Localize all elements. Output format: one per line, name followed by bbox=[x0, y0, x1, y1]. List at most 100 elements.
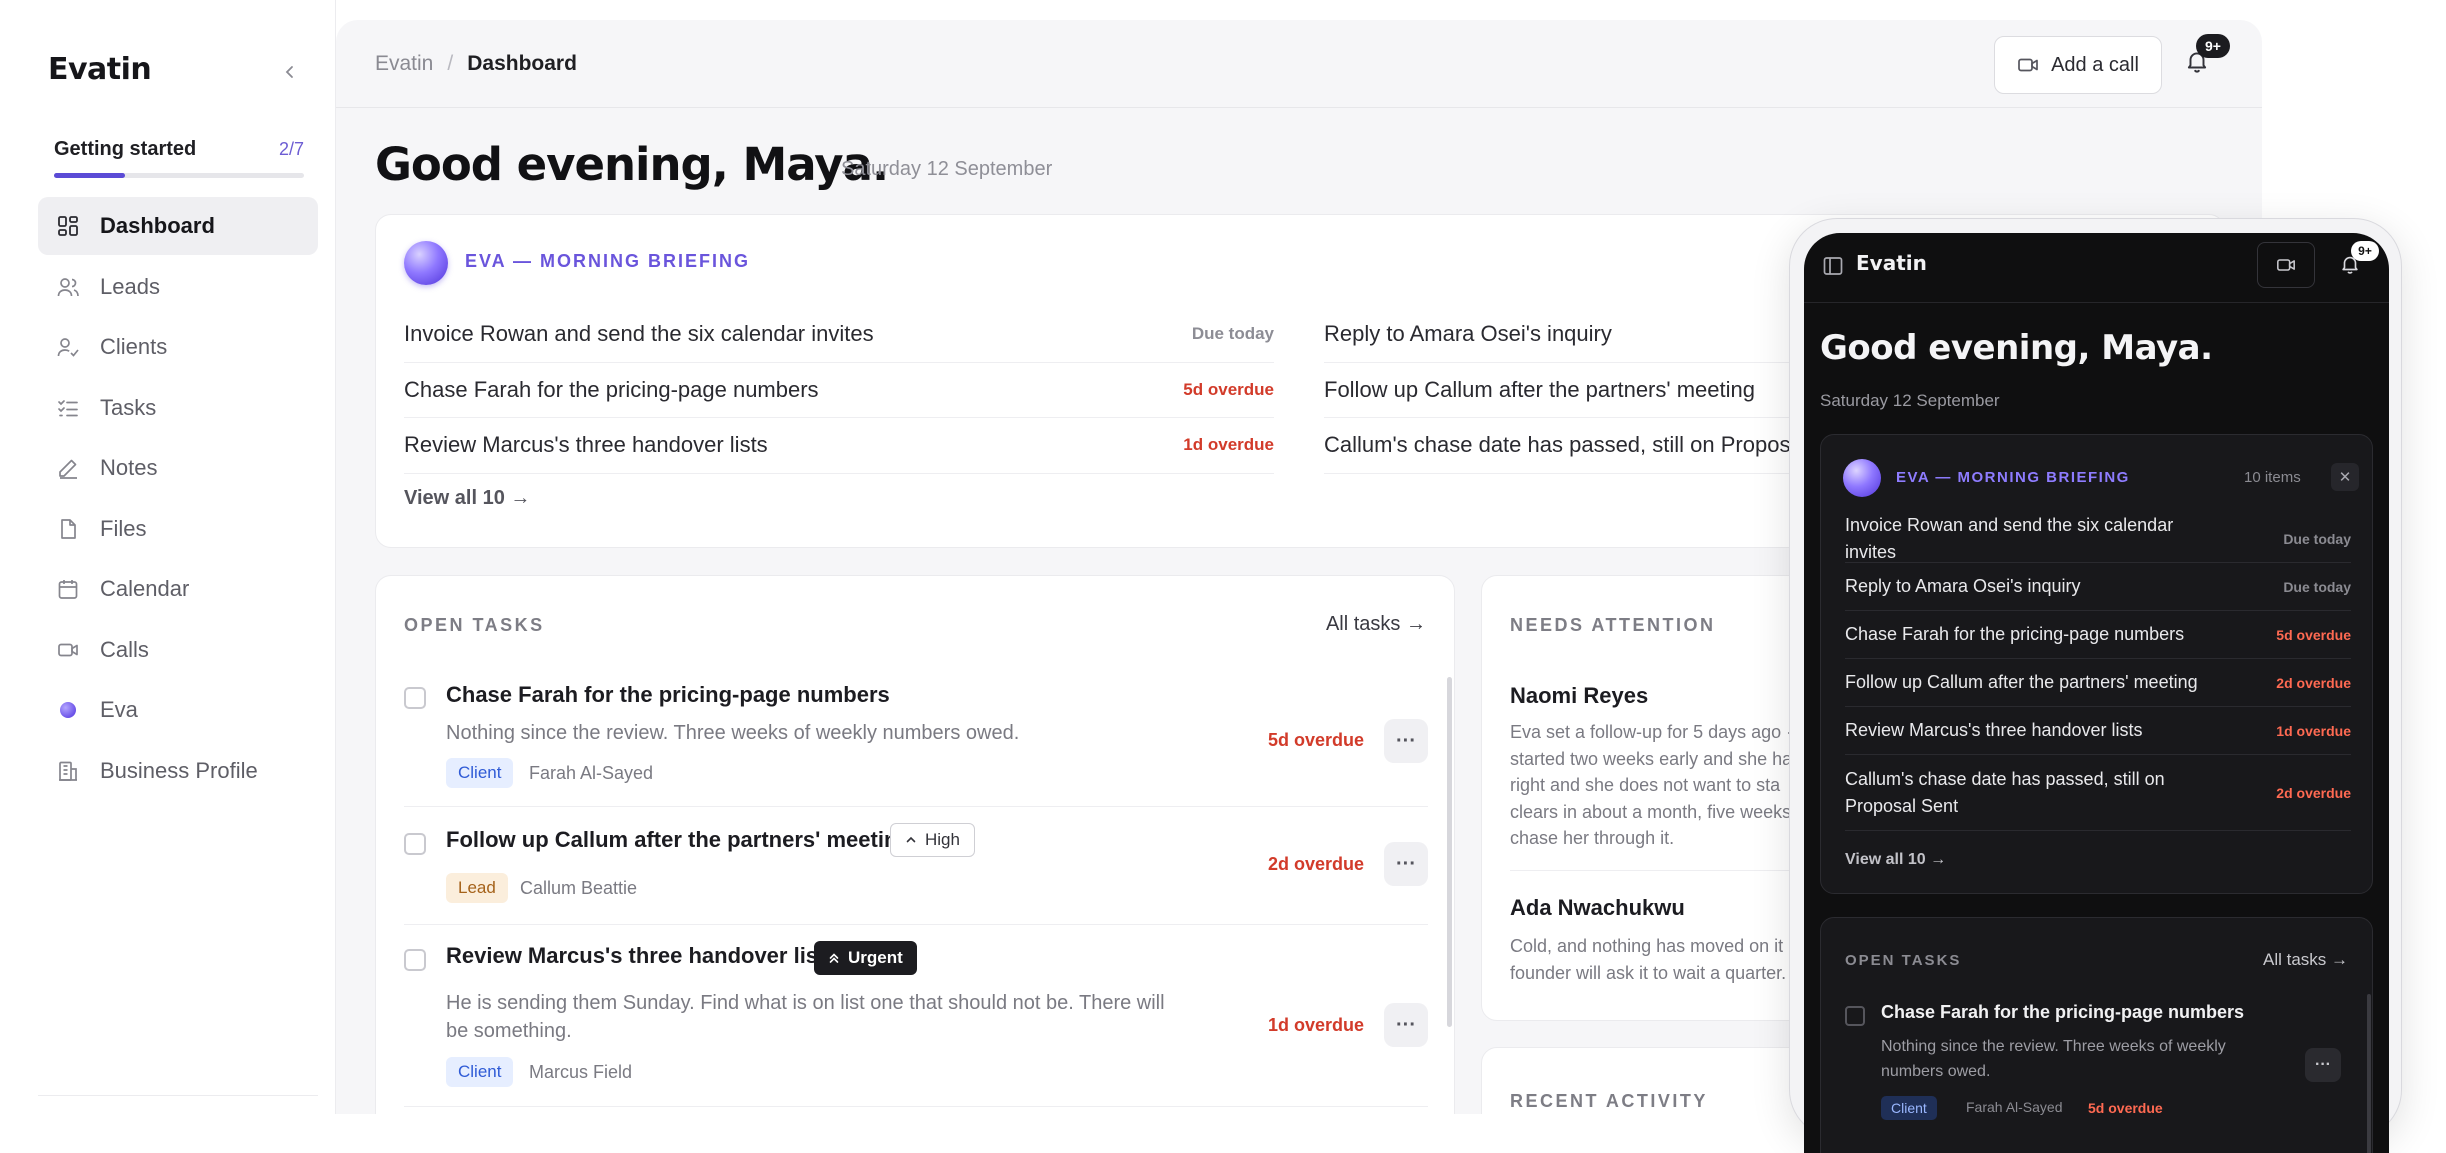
getting-started-count: 2/7 bbox=[278, 139, 304, 159]
priority-label: High bbox=[925, 830, 960, 849]
close-icon[interactable]: ✕ bbox=[2331, 463, 2359, 491]
file-icon bbox=[56, 517, 80, 541]
sidebar-item-label: Leads bbox=[100, 273, 160, 299]
page-date: Saturday 12 September bbox=[841, 158, 1053, 180]
briefing-view-all-link[interactable]: View all 10 → bbox=[404, 487, 530, 510]
mobile-task-title[interactable]: Chase Farah for the pricing-page numbers bbox=[1881, 1002, 2244, 1023]
mobile-briefing-item[interactable]: Invoice Rowan and send the six calendar … bbox=[1845, 515, 2351, 563]
eva-orb-icon bbox=[1843, 459, 1881, 497]
sidebar-item-dashboard[interactable]: Dashboard bbox=[38, 197, 318, 255]
task-row[interactable]: Chase Farah for the pricing-page numbers… bbox=[404, 671, 1428, 807]
collapse-sidebar-button[interactable] bbox=[278, 60, 302, 84]
sidebar-item-leads[interactable]: Leads bbox=[38, 258, 318, 316]
top-bar: Evatin / Dashboard Add a call 9+ bbox=[336, 20, 2262, 108]
mobile-briefing-item[interactable]: Reply to Amara Osei's inquiry Due today bbox=[1845, 563, 2351, 611]
attention-divider bbox=[1510, 870, 1830, 871]
eva-orb-icon bbox=[56, 698, 80, 722]
breadcrumb: Evatin / Dashboard bbox=[375, 52, 577, 76]
task-more-button[interactable]: ··· bbox=[1384, 1003, 1428, 1047]
open-tasks-card: OPEN TASKS All tasks → Chase Farah for t… bbox=[375, 575, 1455, 1114]
mobile-briefing-status: 2d overdue bbox=[2276, 784, 2351, 801]
sidebar-item-calls[interactable]: Calls bbox=[38, 621, 318, 679]
mobile-briefing-text: Chase Farah for the pricing-page numbers bbox=[1845, 624, 2185, 644]
sidebar-item-business-profile[interactable]: Business Profile bbox=[38, 742, 318, 800]
briefing-item[interactable]: Invoice Rowan and send the six calendar … bbox=[404, 307, 1274, 363]
breadcrumb-separator: / bbox=[447, 52, 454, 75]
briefing-item-text: Follow up Callum after the partners' mee… bbox=[1324, 376, 1755, 402]
attention-person-text: Eva set a follow-up for 5 days ago · sta… bbox=[1510, 722, 1820, 848]
mobile-task-more-button[interactable]: ··· bbox=[2305, 1048, 2341, 1082]
add-call-button[interactable]: Add a call bbox=[1994, 36, 2162, 94]
task-overdue: 1d overdue bbox=[1267, 1015, 1364, 1035]
task-row[interactable]: Follow up Callum after the partners' mee… bbox=[404, 807, 1428, 925]
mobile-briefing-status: 5d overdue bbox=[2276, 626, 2351, 643]
mobile-briefing-item[interactable]: Follow up Callum after the partners' mee… bbox=[1845, 659, 2351, 707]
task-title: Chase Farah for the pricing-page numbers bbox=[446, 682, 890, 707]
task-checkbox[interactable] bbox=[404, 833, 426, 855]
attention-person-name[interactable]: Ada Nwachukwu bbox=[1510, 895, 1685, 921]
briefing-item-text: Review Marcus's three handover lists bbox=[404, 432, 768, 458]
chevron-left-icon bbox=[285, 66, 293, 78]
mobile-add-call-button[interactable] bbox=[2257, 242, 2315, 288]
all-tasks-link[interactable]: All tasks → bbox=[1326, 613, 1426, 636]
briefing-item[interactable]: Chase Farah for the pricing-page numbers… bbox=[404, 363, 1274, 418]
mobile-tasks-scrollbar[interactable] bbox=[2367, 994, 2371, 1153]
task-overdue: 5d overdue bbox=[1267, 730, 1364, 750]
mobile-briefing-view-all-link[interactable]: View all 10 → bbox=[1845, 851, 1946, 869]
sidebar-item-clients[interactable]: Clients bbox=[38, 318, 318, 376]
breadcrumb-current: Dashboard bbox=[467, 52, 577, 75]
video-icon bbox=[2277, 259, 2295, 271]
mobile-task-description: Nothing since the review. Three weeks of… bbox=[1881, 1038, 2226, 1080]
breadcrumb-root[interactable]: Evatin bbox=[375, 52, 433, 76]
priority-label: Urgent bbox=[848, 948, 903, 967]
mobile-briefing-status: Due today bbox=[2283, 578, 2351, 595]
priority-badge-high: High bbox=[890, 823, 975, 857]
briefing-item-status: Due today bbox=[1191, 324, 1274, 344]
task-more-button[interactable]: ··· bbox=[1384, 719, 1428, 763]
eva-orb-icon bbox=[404, 241, 448, 285]
task-checkbox[interactable] bbox=[404, 949, 426, 971]
sidebar-item-files[interactable]: Files bbox=[38, 500, 318, 558]
sidebar-item-calendar[interactable]: Calendar bbox=[38, 560, 318, 618]
briefing-item-text: Callum's chase date has passed, still on… bbox=[1324, 432, 1859, 458]
tasks-scrollbar[interactable] bbox=[1447, 677, 1452, 1027]
task-title: Follow up Callum after the partners' mee… bbox=[446, 827, 911, 852]
mobile-briefing-item[interactable]: Callum's chase date has passed, still on… bbox=[1845, 755, 2351, 831]
task-overdue: 2d overdue bbox=[1267, 854, 1364, 874]
mobile-task-checkbox[interactable] bbox=[1845, 1006, 1865, 1026]
sidebar-item-tasks[interactable]: Tasks bbox=[38, 379, 318, 437]
sidebar-item-label: Clients bbox=[100, 334, 168, 359]
video-icon bbox=[56, 638, 80, 662]
getting-started-progress bbox=[54, 173, 304, 178]
users-icon bbox=[56, 275, 80, 299]
mobile-briefing-text: Callum's chase date has passed, still on… bbox=[1845, 768, 2165, 816]
mobile-page-date: Saturday 12 September bbox=[1820, 391, 2000, 410]
sidebar-item-notes[interactable]: Notes bbox=[38, 439, 318, 497]
task-title: Review Marcus's three handover lists bbox=[446, 943, 838, 968]
sidebar-item-label: Calendar bbox=[100, 576, 190, 601]
sidebar-toggle-icon[interactable] bbox=[1822, 255, 1844, 277]
task-row[interactable]: Review Marcus's three handover lists Urg… bbox=[404, 925, 1428, 1107]
mobile-all-tasks-link[interactable]: All tasks → bbox=[2263, 950, 2348, 970]
sidebar-item-eva[interactable]: Eva bbox=[38, 681, 318, 739]
sidebar-item-label: Notes bbox=[100, 455, 158, 480]
mobile-briefing-text: Reply to Amara Osei's inquiry bbox=[1845, 576, 2081, 596]
mobile-brand[interactable]: Evatin bbox=[1856, 251, 1927, 275]
attention-person-name[interactable]: Naomi Reyes bbox=[1510, 683, 1648, 709]
task-checkbox[interactable] bbox=[404, 687, 426, 709]
getting-started[interactable]: Getting started 2/7 bbox=[54, 138, 304, 178]
briefing-item[interactable]: Review Marcus's three handover lists 1d … bbox=[404, 418, 1274, 474]
mobile-briefing-item[interactable]: Review Marcus's three handover lists 1d … bbox=[1845, 707, 2351, 755]
dashboard-icon bbox=[56, 214, 80, 238]
mobile-briefing-item[interactable]: Chase Farah for the pricing-page numbers… bbox=[1845, 611, 2351, 659]
sidebar-item-label: Files bbox=[100, 515, 147, 541]
task-person: Callum Beattie bbox=[520, 878, 638, 898]
mobile-top-bar: Evatin 9+ bbox=[1804, 233, 2389, 303]
sidebar-nav: Dashboard Leads Clients Tasks Notes File… bbox=[38, 197, 318, 802]
priority-badge-urgent: Urgent bbox=[814, 941, 917, 975]
mobile-briefing-status: 1d overdue bbox=[2276, 722, 2351, 739]
brand-logo[interactable]: Evatin bbox=[48, 52, 152, 87]
task-more-button[interactable]: ··· bbox=[1384, 842, 1428, 886]
mobile-briefing-card: EVA — MORNING BRIEFING 10 items ✕ Invoic… bbox=[1820, 434, 2373, 894]
mobile-open-tasks-title: OPEN TASKS bbox=[1845, 952, 1962, 969]
